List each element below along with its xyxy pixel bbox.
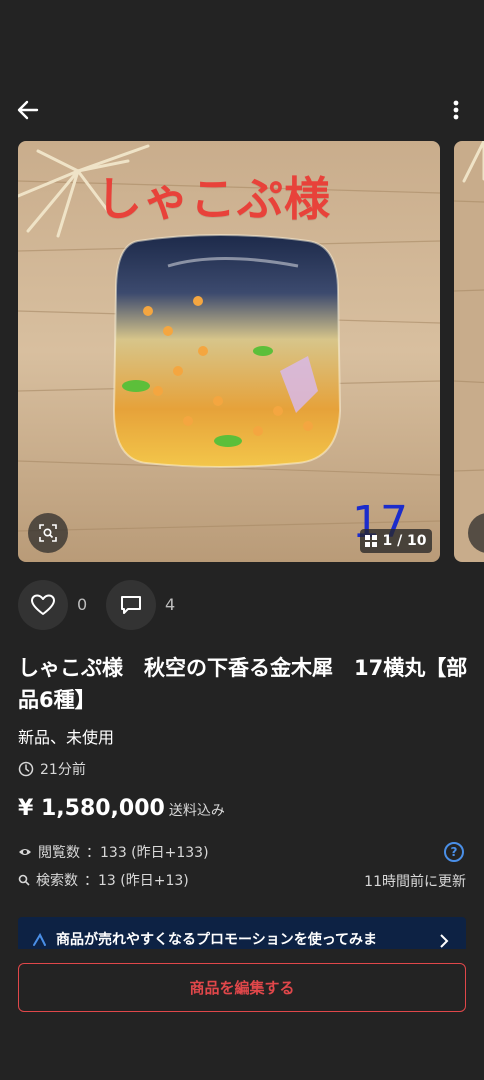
photo-overlay-title: しゃこぷ様: [96, 172, 331, 226]
posted-time-text: 21分前: [40, 762, 86, 778]
image-carousel[interactable]: しゃこぷ様 17 1 / 10: [18, 141, 484, 562]
like-count: 0: [77, 595, 88, 614]
comment-button[interactable]: [106, 580, 156, 630]
views-label: 閲覧数: [38, 845, 80, 861]
product-condition: 新品、未使用: [18, 728, 115, 747]
help-button[interactable]: ?: [444, 842, 464, 862]
edit-item-button[interactable]: 商品を編集する: [18, 963, 466, 1012]
promotion-text: 商品が売れやすくなるプロモーションを使ってみま: [56, 932, 378, 948]
top-bar: [0, 92, 484, 128]
search-icon: [18, 874, 30, 886]
item-detail-screen: しゃこぷ様 17 1 / 10 0 4 しゃこぷ様 秋空の下香る金木犀 17横丸…: [0, 0, 484, 1080]
shipping-label: 送料込み: [168, 803, 225, 819]
price-row: ¥ 1,580,000 送料込み: [18, 796, 225, 821]
arrow-left-icon: [17, 100, 39, 120]
product-title: しゃこぷ様 秋空の下香る金木犀 17横丸【部品6種】: [18, 656, 468, 712]
visual-search-icon: [39, 524, 57, 542]
posted-time: 21分前: [18, 758, 86, 780]
photo-counter-badge: 1 / 10: [360, 529, 432, 553]
more-menu-button[interactable]: [444, 96, 468, 124]
product-photo[interactable]: しゃこぷ様 17 1 / 10: [18, 141, 440, 562]
price: ¥ 1,580,000: [18, 796, 165, 821]
clock-icon: [18, 761, 34, 777]
photo-counter: 1 / 10: [382, 533, 427, 549]
views-value: ：133 (昨日+133): [86, 845, 209, 861]
promotion-banner[interactable]: 商品が売れやすくなるプロモーションを使ってみま: [18, 917, 466, 949]
chevron-right-icon: [440, 934, 449, 948]
visual-search-button[interactable]: [28, 513, 68, 553]
heart-icon: [31, 594, 55, 615]
megaphone-icon: [33, 932, 46, 946]
searches-value: ：13 (昨日+13): [84, 873, 189, 889]
updated-time: 11時間前に更新: [364, 874, 466, 890]
view-stats: 閲覧数 ：133 (昨日+133): [18, 842, 209, 862]
comment-count: 4: [165, 595, 176, 614]
eye-icon: [19, 849, 31, 855]
comment-icon: [121, 596, 141, 614]
back-button[interactable]: [14, 96, 42, 124]
grid-icon: [365, 535, 378, 547]
next-product-photo[interactable]: [454, 141, 484, 562]
searches-label: 検索数: [36, 873, 78, 889]
more-vertical-icon: [453, 100, 459, 120]
like-button[interactable]: [18, 580, 68, 630]
search-stats: 検索数 ：13 (昨日+13): [18, 870, 189, 890]
